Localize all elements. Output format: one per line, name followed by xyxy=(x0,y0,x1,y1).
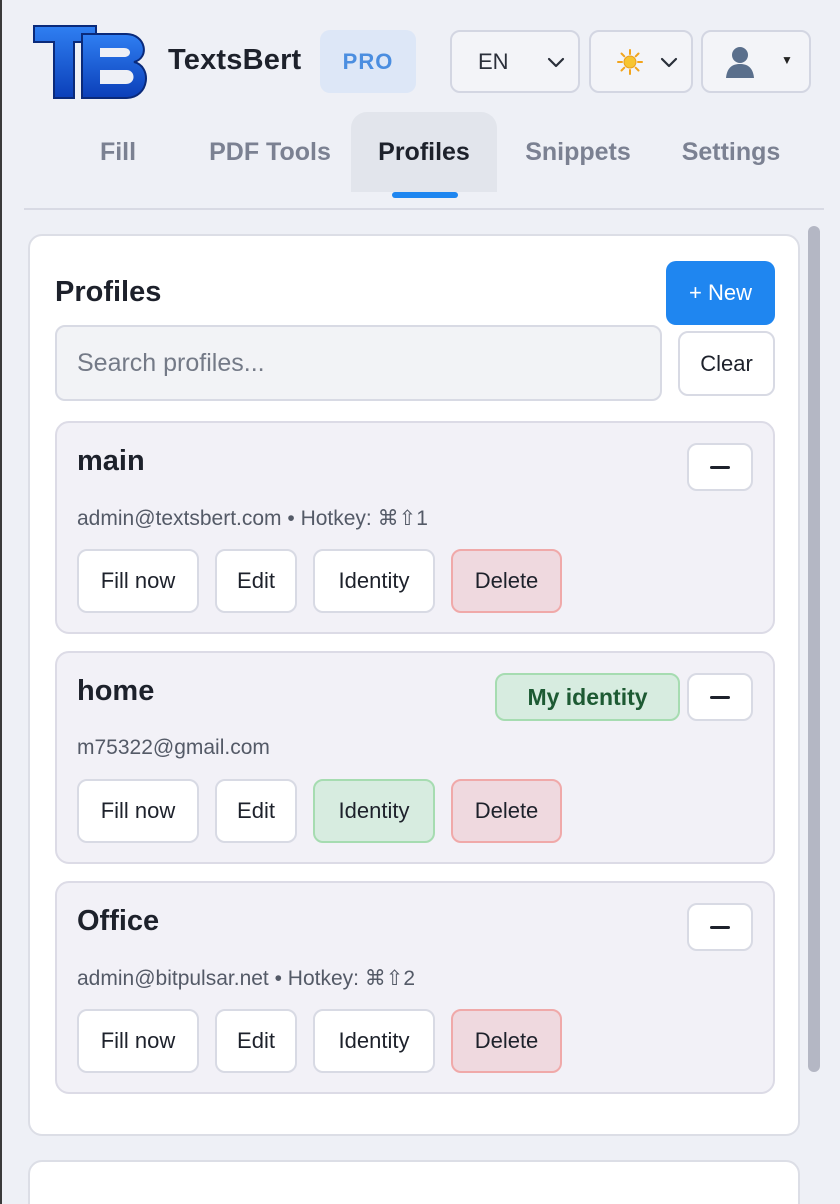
identity-button[interactable]: Identity xyxy=(313,779,435,843)
search-profiles-input[interactable] xyxy=(55,325,662,401)
next-panel xyxy=(28,1160,800,1204)
delete-button[interactable]: Delete xyxy=(451,779,562,843)
delete-button[interactable]: Delete xyxy=(451,549,562,613)
edit-button[interactable]: Edit xyxy=(215,779,297,843)
minus-icon xyxy=(710,695,730,699)
window-edge xyxy=(0,0,2,1204)
edit-button[interactable]: Edit xyxy=(215,1009,297,1073)
identity-button[interactable]: Identity xyxy=(313,1009,435,1073)
minus-icon xyxy=(710,465,730,469)
tab-snippets[interactable]: Snippets xyxy=(508,112,648,192)
profile-card: main admin@textsbert.com • Hotkey: ⌘⇧1 F… xyxy=(55,421,775,634)
clear-search-button[interactable]: Clear xyxy=(678,331,775,396)
my-identity-badge: My identity xyxy=(495,673,680,721)
app-name: TextsBert xyxy=(168,44,302,76)
app-header: TextsBert PRO EN ▼ xyxy=(28,22,818,102)
tab-settings[interactable]: Settings xyxy=(662,112,800,192)
tab-fill[interactable]: Fill xyxy=(76,112,160,192)
chevron-down-icon xyxy=(547,57,565,68)
sun-icon xyxy=(617,49,643,75)
profile-card: Office admin@bitpulsar.net • Hotkey: ⌘⇧2… xyxy=(55,881,775,1094)
fill-now-button[interactable]: Fill now xyxy=(77,779,199,843)
language-value: EN xyxy=(478,48,509,74)
scrollbar-thumb[interactable] xyxy=(808,226,820,1072)
profile-meta: m75322@gmail.com xyxy=(77,736,270,759)
profile-meta: admin@bitpulsar.net • Hotkey: ⌘⇧2 xyxy=(77,967,416,990)
profile-card: home My identity m75322@gmail.com Fill n… xyxy=(55,651,775,864)
collapse-button[interactable] xyxy=(687,903,753,951)
user-icon xyxy=(726,47,754,78)
main-tabs: Fill PDF Tools Profiles Snippets Setting… xyxy=(24,112,824,210)
profiles-panel: Profiles + New Clear main admin@textsber… xyxy=(28,234,800,1136)
profile-name: main xyxy=(77,445,145,477)
panel-title: Profiles xyxy=(55,276,162,308)
delete-button[interactable]: Delete xyxy=(451,1009,562,1073)
profile-name: home xyxy=(77,675,155,707)
minus-icon xyxy=(710,925,730,929)
textsbert-logo xyxy=(33,25,147,99)
theme-select[interactable] xyxy=(589,30,693,93)
collapse-button[interactable] xyxy=(687,673,753,721)
caret-down-icon: ▼ xyxy=(781,53,793,67)
profile-meta: admin@textsbert.com • Hotkey: ⌘⇧1 xyxy=(77,507,428,530)
fill-now-button[interactable]: Fill now xyxy=(77,1009,199,1073)
chevron-down-icon xyxy=(660,57,678,68)
tab-profiles[interactable]: Profiles xyxy=(351,112,497,192)
new-profile-button[interactable]: + New xyxy=(666,261,775,325)
fill-now-button[interactable]: Fill now xyxy=(77,549,199,613)
language-select[interactable]: EN xyxy=(450,30,580,93)
edit-button[interactable]: Edit xyxy=(215,549,297,613)
active-tab-indicator xyxy=(392,192,458,198)
pro-badge: PRO xyxy=(320,30,416,93)
tab-pdf-tools[interactable]: PDF Tools xyxy=(192,112,348,192)
user-menu[interactable]: ▼ xyxy=(701,30,811,93)
identity-button[interactable]: Identity xyxy=(313,549,435,613)
profile-name: Office xyxy=(77,905,160,937)
collapse-button[interactable] xyxy=(687,443,753,491)
